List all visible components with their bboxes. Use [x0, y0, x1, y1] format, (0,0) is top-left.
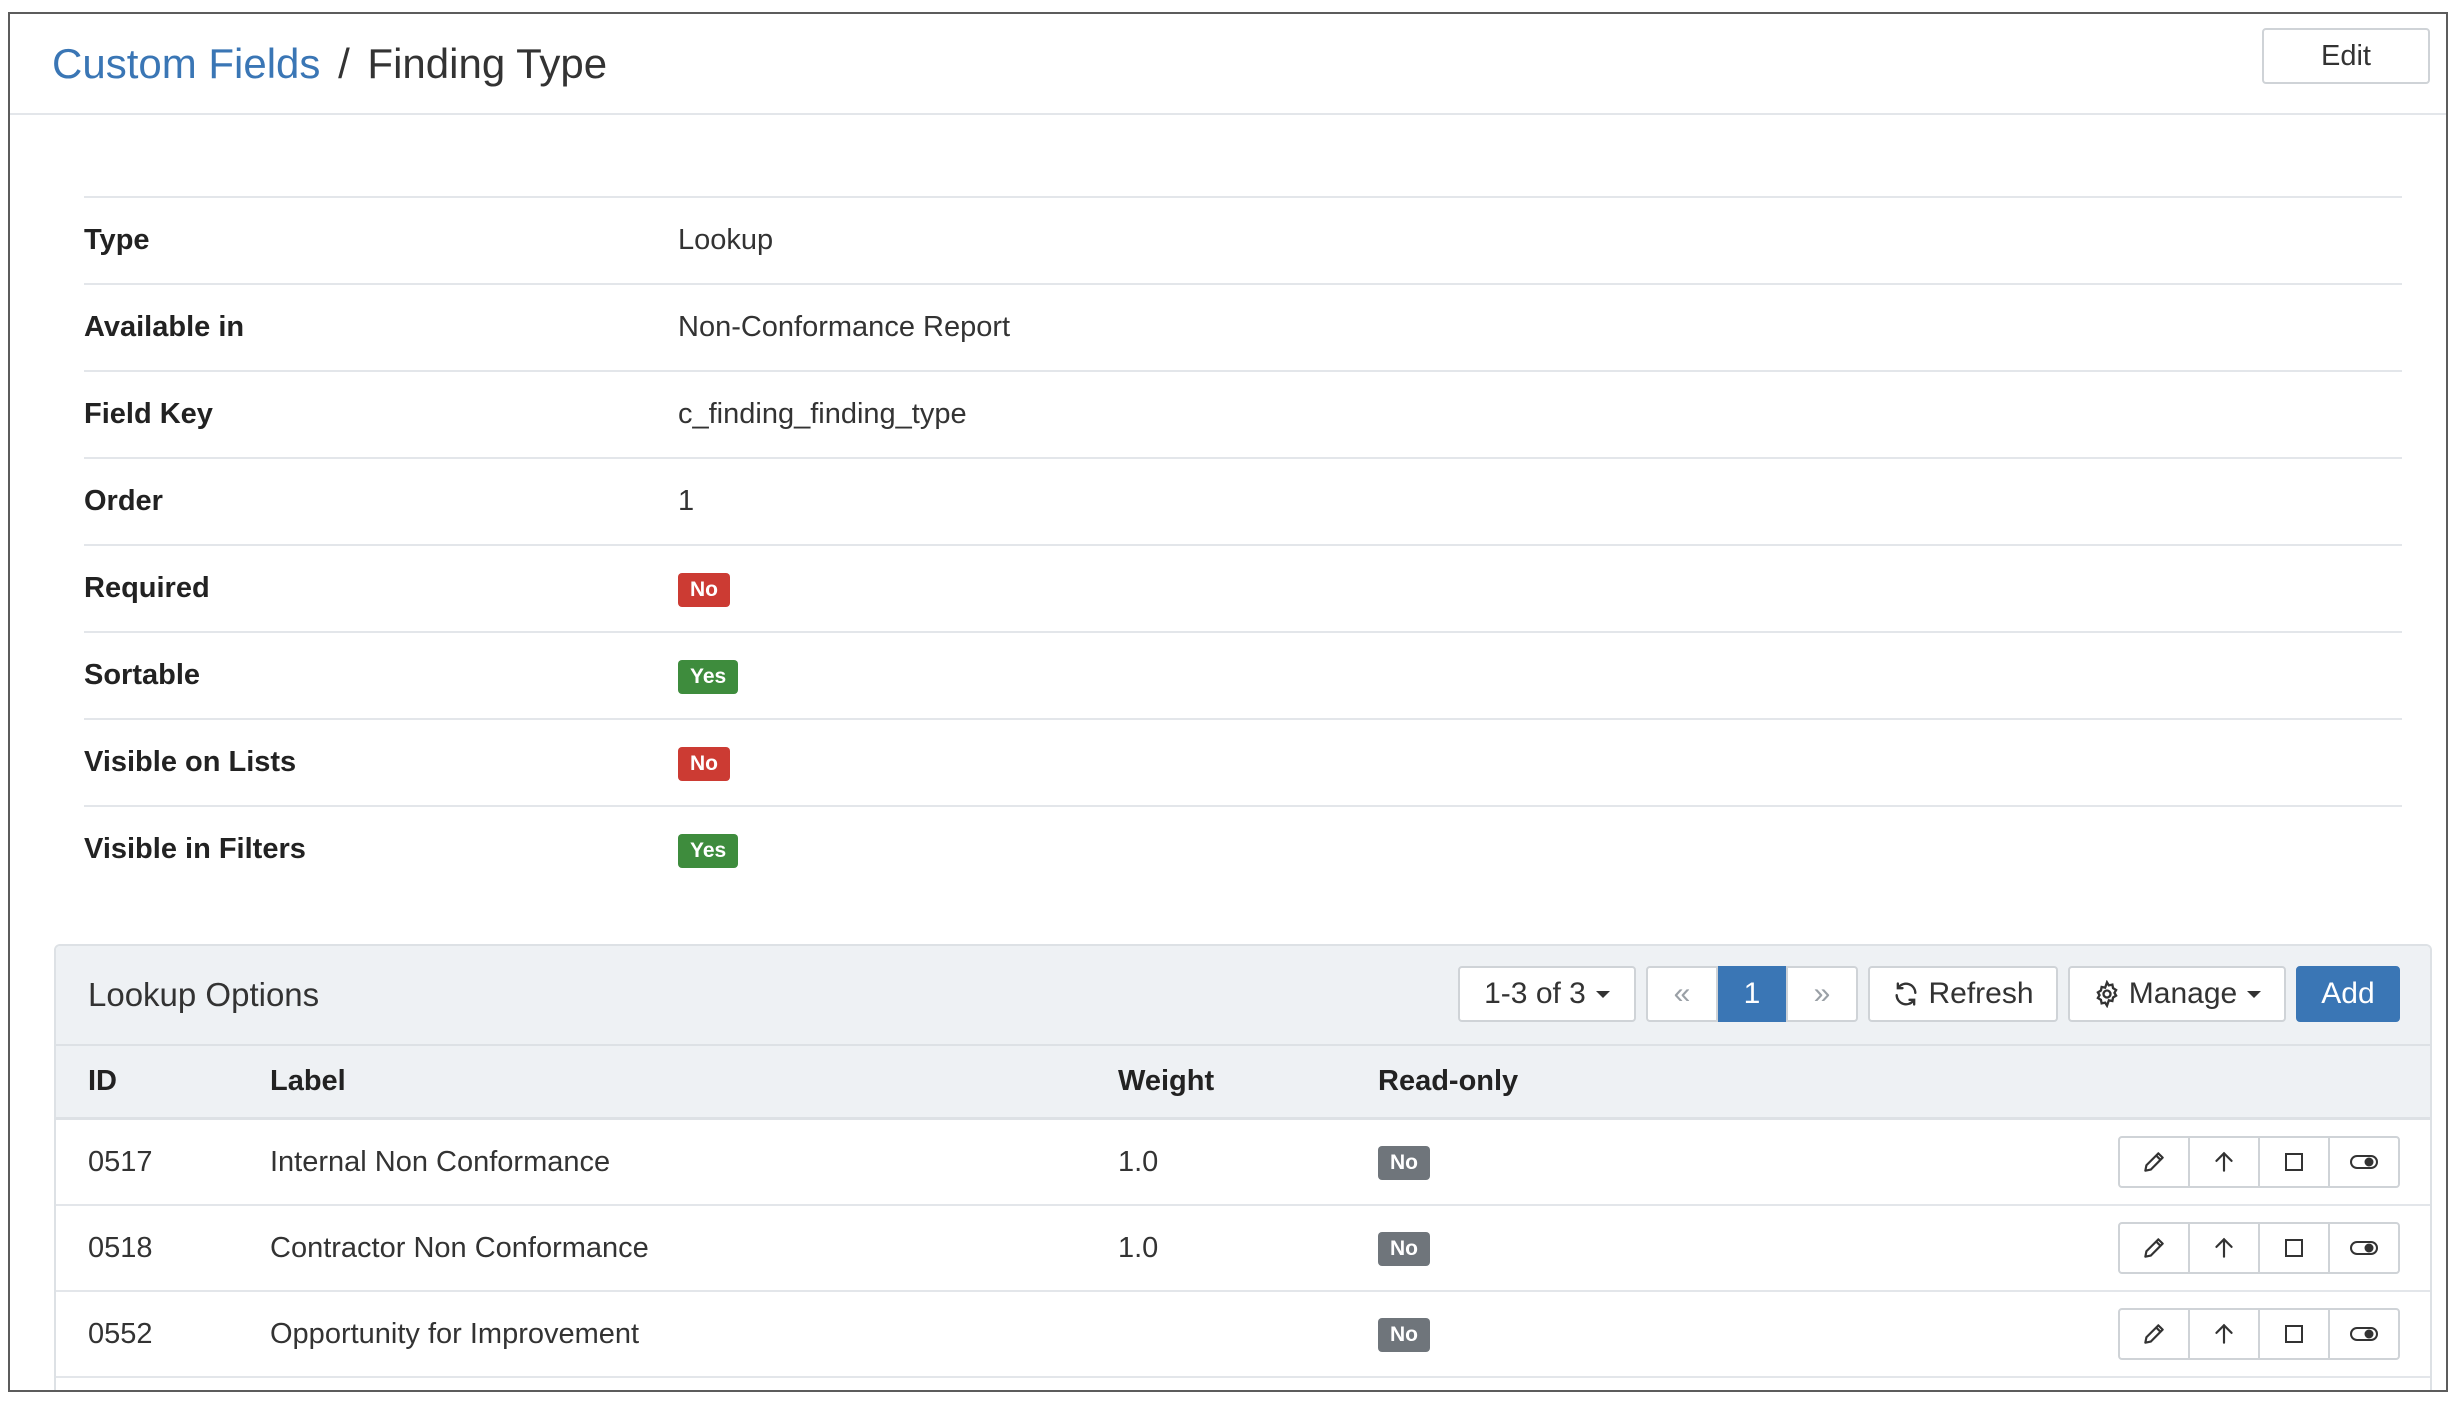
move-up-button[interactable]	[2188, 1308, 2260, 1360]
detail-label: Order	[84, 485, 163, 517]
cell-label: Contractor Non Conformance	[270, 1231, 649, 1264]
panel-header: Lookup Options 1-3 of 3 « 1 » Refresh Ma…	[56, 946, 2430, 1046]
pencil-icon	[2144, 1152, 2164, 1172]
detail-label: Sortable	[84, 659, 201, 691]
table-header: ID Label Weight Read-only	[56, 1046, 2430, 1120]
edit-row-button[interactable]	[2118, 1136, 2190, 1188]
page-frame: Custom Fields / Finding Type Edit Type L…	[8, 12, 2448, 1392]
read-only-badge: No	[1378, 1232, 1430, 1266]
caret-down-icon	[2247, 990, 2262, 998]
column-header-label[interactable]: Label	[270, 1065, 1118, 1098]
detail-value: c_finding_finding_type	[678, 398, 967, 430]
toggle-visibility-button[interactable]	[2328, 1136, 2400, 1188]
page-header: Custom Fields / Finding Type Edit	[10, 14, 2446, 115]
lookup-options-panel: Lookup Options 1-3 of 3 « 1 » Refresh Ma…	[54, 944, 2432, 1390]
detail-row-sortable: Sortable Yes	[84, 631, 2402, 718]
column-header-id[interactable]: ID	[56, 1065, 270, 1098]
refresh-icon	[1892, 980, 1920, 1008]
detail-label: Field Key	[84, 398, 213, 430]
cell-label: Opportunity for Improvement	[270, 1317, 640, 1350]
caret-down-icon	[1595, 990, 1610, 998]
table-row: 0517 Internal Non Conformance 1.0 No	[56, 1120, 2430, 1206]
read-only-badge: No	[1378, 1318, 1430, 1352]
panel-toolbar: 1-3 of 3 « 1 » Refresh Manage Add	[1458, 966, 2400, 1022]
first-page-button[interactable]: «	[1646, 966, 1718, 1022]
detail-row-visible-in-filters: Visible in Filters Yes	[84, 805, 2402, 892]
detail-row-visible-on-lists: Visible on Lists No	[84, 718, 2402, 805]
cell-label: Internal Non Conformance	[270, 1145, 611, 1178]
row-actions	[2118, 1222, 2400, 1274]
row-actions	[2118, 1308, 2400, 1360]
select-row-button[interactable]	[2258, 1136, 2330, 1188]
pencil-icon	[2144, 1238, 2164, 1258]
edit-row-button[interactable]	[2118, 1222, 2190, 1274]
detail-row-type: Type Lookup	[84, 196, 2402, 283]
read-only-badge: No	[1378, 1146, 1430, 1180]
arrow-up-icon	[2215, 1323, 2233, 1344]
detail-label: Available in	[84, 311, 245, 343]
square-icon	[2285, 1153, 2303, 1171]
arrow-up-icon	[2215, 1151, 2233, 1172]
detail-row-order: Order 1	[84, 457, 2402, 544]
detail-value: 1	[678, 485, 695, 517]
gear-icon	[2093, 980, 2121, 1008]
detail-row-field-key: Field Key c_finding_finding_type	[84, 370, 2402, 457]
cell-weight: 1.0	[1118, 1231, 1159, 1264]
manage-dropdown[interactable]: Manage	[2068, 966, 2286, 1022]
double-chevron-left-icon: «	[1673, 977, 1691, 1010]
column-header-weight[interactable]: Weight	[1118, 1065, 1378, 1098]
pencil-icon	[2144, 1324, 2164, 1344]
detail-label: Type	[84, 224, 150, 256]
next-page-button[interactable]: »	[1786, 966, 1858, 1022]
panel-title: Lookup Options	[88, 976, 320, 1013]
manage-label: Manage	[2128, 977, 2238, 1010]
detail-label: Required	[84, 572, 210, 604]
toggle-visibility-button[interactable]	[2328, 1308, 2400, 1360]
toggle-icon	[2350, 1241, 2378, 1255]
status-badge: No	[678, 572, 730, 607]
edit-row-button[interactable]	[2118, 1308, 2190, 1360]
page-1-button[interactable]: 1	[1718, 966, 1786, 1022]
range-label: 1-3 of 3	[1484, 977, 1586, 1010]
field-details: Type Lookup Available in Non-Conformance…	[84, 196, 2402, 892]
refresh-label: Refresh	[1928, 977, 2034, 1010]
column-header-read-only[interactable]: Read-only	[1378, 1065, 1978, 1098]
toggle-icon	[2350, 1327, 2378, 1341]
row-actions	[2118, 1136, 2400, 1188]
double-chevron-right-icon: »	[1813, 977, 1831, 1010]
status-badge: Yes	[678, 833, 739, 868]
breadcrumb-custom-fields-link[interactable]: Custom Fields	[52, 40, 320, 87]
detail-row-required: Required No	[84, 544, 2402, 631]
detail-value: Non-Conformance Report	[678, 311, 1011, 343]
toggle-icon	[2350, 1155, 2378, 1169]
square-icon	[2285, 1325, 2303, 1343]
range-dropdown[interactable]: 1-3 of 3	[1458, 966, 1636, 1022]
detail-row-available-in: Available in Non-Conformance Report	[84, 283, 2402, 370]
breadcrumb: Custom Fields / Finding Type	[52, 39, 608, 87]
cell-weight: 1.0	[1118, 1145, 1159, 1178]
select-row-button[interactable]	[2258, 1308, 2330, 1360]
add-button[interactable]: Add	[2296, 966, 2400, 1022]
detail-value: Lookup	[678, 224, 774, 256]
cell-id: 0518	[88, 1231, 153, 1264]
table-row: 0518 Contractor Non Conformance 1.0 No	[56, 1206, 2430, 1292]
status-badge: No	[678, 746, 730, 781]
cell-id: 0517	[88, 1145, 153, 1178]
move-up-button[interactable]	[2188, 1136, 2260, 1188]
page-title: Finding Type	[367, 39, 608, 87]
select-row-button[interactable]	[2258, 1222, 2330, 1274]
cell-id: 0552	[88, 1317, 153, 1350]
status-badge: Yes	[678, 659, 739, 694]
detail-label: Visible on Lists	[84, 746, 297, 778]
detail-label: Visible in Filters	[84, 833, 306, 865]
edit-button[interactable]: Edit	[2262, 28, 2430, 84]
square-icon	[2285, 1239, 2303, 1257]
move-up-button[interactable]	[2188, 1222, 2260, 1274]
arrow-up-icon	[2215, 1237, 2233, 1258]
breadcrumb-separator: /	[338, 39, 350, 87]
toggle-visibility-button[interactable]	[2328, 1222, 2400, 1274]
refresh-button[interactable]: Refresh	[1868, 966, 2058, 1022]
table-row: 0552 Opportunity for Improvement No	[56, 1292, 2430, 1378]
